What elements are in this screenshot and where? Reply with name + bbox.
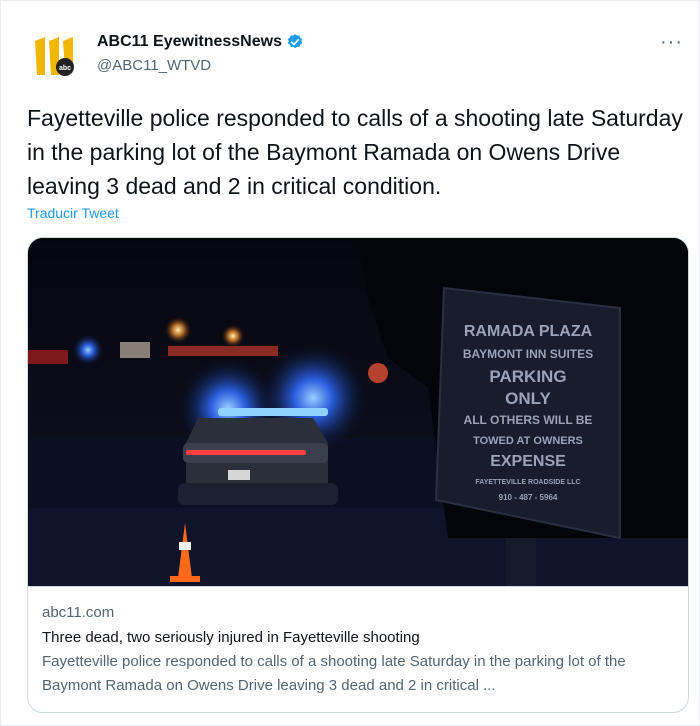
tweet[interactable]: abc ABC11 EyewitnessNews @ABC11_WTVD ···… <box>0 0 700 726</box>
card-domain: abc11.com <box>42 604 115 621</box>
svg-text:abc: abc <box>59 65 71 72</box>
sign-line-9: 910 - 487 - 5964 <box>499 493 558 502</box>
sign-line-5: ALL OTHERS WILL BE <box>464 413 593 427</box>
card-image[interactable]: RAMADA PLAZA BAYMONT INN SUITES PARKING … <box>28 238 689 586</box>
link-card[interactable]: RAMADA PLAZA BAYMONT INN SUITES PARKING … <box>27 237 689 713</box>
sign-line-2: BAYMONT INN SUITES <box>463 347 593 361</box>
verified-badge-icon <box>287 34 303 49</box>
display-name[interactable]: ABC11 EyewitnessNews <box>97 33 282 51</box>
sign-line-1: RAMADA PLAZA <box>464 323 593 340</box>
tweet-text: Fayetteville police responded to calls o… <box>27 105 683 199</box>
sign-line-4: ONLY <box>505 389 551 408</box>
translate-tweet-link[interactable]: Traducir Tweet <box>27 205 119 221</box>
sign-line-8: FAYETTEVILLE ROADSIDE LLC <box>475 479 580 486</box>
account-handle[interactable]: @ABC11_WTVD <box>97 57 211 74</box>
card-description: Fayetteville police responded to calls o… <box>42 653 626 694</box>
tweet-header: abc ABC11 EyewitnessNews @ABC11_WTVD ··· <box>27 29 687 89</box>
more-options-icon[interactable]: ··· <box>660 31 683 54</box>
sign-line-6: TOWED AT OWNERS <box>473 435 583 447</box>
abc11-logo-avatar[interactable]: abc <box>29 31 81 83</box>
card-title: Three dead, two seriously injured in Fay… <box>42 629 420 646</box>
sign-line-3: PARKING <box>489 367 566 386</box>
sign-line-7: EXPENSE <box>490 453 566 470</box>
name-row: ABC11 EyewitnessNews <box>97 33 304 51</box>
card-meta[interactable]: abc11.com Three dead, two seriously inju… <box>28 586 688 712</box>
